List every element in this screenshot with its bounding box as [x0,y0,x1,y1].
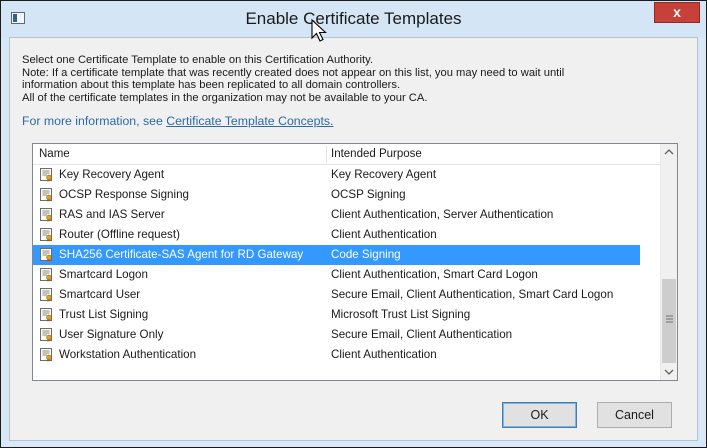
vertical-scrollbar[interactable] [660,144,677,380]
template-name: Smartcard Logon [59,268,148,281]
list-item[interactable]: Smartcard User Secure Email, Client Authe… [33,285,640,305]
certificate-template-icon [40,208,52,222]
title-bar[interactable]: Enable Certificate Templates x [1,1,706,37]
template-intended-purpose: Client Authentication, Smart Card Logon [331,268,538,281]
template-name: Key Recovery Agent [59,168,165,181]
window-title: Enable Certificate Templates [245,9,462,28]
more-info-text: For more information, see Certificate Te… [22,114,333,128]
description-line: All of the certificate templates in the … [22,91,428,104]
description-text: Select one Certificate Template to enabl… [22,54,692,104]
certificate-template-icon [40,248,52,262]
template-name: SHA256 Certificate-SAS Agent for RD Gate… [59,248,304,261]
list-item[interactable]: OCSP Response Signing OCSP Signing [33,185,640,205]
certificate-template-icon [40,308,52,322]
template-intended-purpose: Key Recovery Agent [331,168,437,181]
template-name: RAS and IAS Server [59,208,165,221]
chevron-up-icon [664,149,674,155]
column-header-name[interactable]: Name [39,148,70,160]
certificate-template-icon [40,228,52,242]
dialog-window: Enable Certificate Templates x Select on… [0,0,707,448]
description-line: Note: If a certificate template that was… [22,66,565,79]
certificate-template-icon [40,268,52,282]
template-name: OCSP Response Signing [59,188,189,201]
template-intended-purpose: Code Signing [331,248,401,261]
scroll-down-button[interactable] [661,363,677,380]
more-info-prefix: For more information, see [22,114,167,128]
template-name: Workstation Authentication [59,348,197,361]
column-divider[interactable] [326,146,327,162]
template-intended-purpose: Secure Email, Client Authentication, Sma… [331,288,614,301]
cancel-button[interactable]: Cancel [597,402,672,428]
list-rows: Key Recovery Agent Key Recovery Agent OCSP… [33,165,661,365]
list-item[interactable]: RAS and IAS Server Client Authentication,… [33,205,640,225]
list-item[interactable]: Router (Offline request) Client Authentic… [33,225,640,245]
chevron-down-icon [664,369,674,375]
template-intended-purpose: OCSP Signing [331,188,406,201]
certificate-template-concepts-link[interactable]: Certificate Template Concepts. [166,114,333,128]
certificate-template-icon [40,328,52,342]
column-header-intended-purpose[interactable]: Intended Purpose [331,148,422,160]
template-intended-purpose: Microsoft Trust List Signing [331,308,471,321]
list-item[interactable]: SHA256 Certificate-SAS Agent for RD Gate… [33,245,640,265]
list-item[interactable]: Key Recovery Agent Key Recovery Agent [33,165,640,185]
scroll-up-button[interactable] [661,144,677,161]
list-item[interactable]: Smartcard Logon Client Authentication, Sm… [33,265,640,285]
template-name: Smartcard User [59,288,141,301]
scroll-thumb[interactable] [662,279,676,363]
template-intended-purpose: Client Authentication [331,228,437,241]
mouse-pointer-icon [311,19,327,42]
list-header: Name Intended Purpose [33,144,661,165]
certificate-template-icon [40,348,52,362]
scroll-track[interactable] [661,161,677,363]
template-name: Router (Offline request) [59,228,180,241]
list-item[interactable]: Workstation Authentication Client Authent… [33,345,640,365]
certificate-template-icon [40,188,52,202]
template-intended-purpose: Secure Email, Client Authentication [331,328,513,341]
certificate-template-icon [40,168,52,182]
ok-button[interactable]: OK [502,402,577,428]
close-button[interactable]: x [654,2,700,23]
template-name: Trust List Signing [59,308,149,321]
description-line: Select one Certificate Template to enabl… [22,54,373,66]
list-item[interactable]: Trust List Signing Microsoft Trust List S… [33,305,640,325]
template-intended-purpose: Client Authentication [331,348,437,361]
template-name: User Signature Only [59,328,164,341]
template-intended-purpose: Client Authentication, Server Authentica… [331,208,554,221]
certificate-template-icon [40,288,52,302]
certificate-template-list[interactable]: Name Intended Purpose Key Recovery Agent… [32,143,678,381]
description-line: information about this template has been… [22,79,401,92]
list-item[interactable]: User Signature Only Secure Email, Client … [33,325,640,345]
grip-icon [666,315,673,323]
